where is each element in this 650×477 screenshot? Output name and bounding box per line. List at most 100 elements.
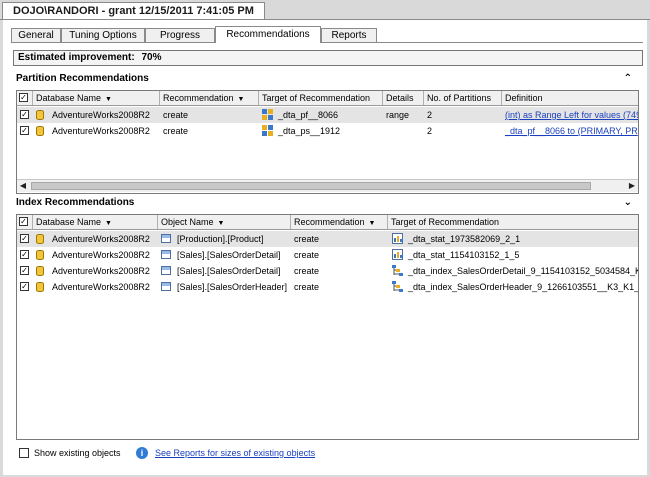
- target-cell: _dta_ps__1912: [278, 126, 341, 136]
- index-icon: [392, 281, 403, 292]
- definition-link[interactable]: _dta_pf__8066 to (PRIMARY, PR: [502, 123, 638, 139]
- recommendation-cell: create: [163, 110, 189, 120]
- index-row[interactable]: ✓ AdventureWorks2008R2 [Sales].[SalesOrd…: [17, 279, 638, 295]
- estimated-improvement-value: 70%: [141, 52, 162, 63]
- database-name-cell: AdventureWorks2008R2: [52, 266, 150, 276]
- row-checkbox[interactable]: ✓: [20, 126, 29, 135]
- partition-count-cell: 2: [427, 126, 433, 136]
- index-recommendations-title: Index Recommendations: [16, 197, 135, 208]
- column-label: Recommendation: [294, 217, 365, 227]
- show-existing-objects-checkbox[interactable]: [19, 448, 29, 458]
- target-cell: _dta_index_SalesOrderHeader_9_1266103551…: [408, 282, 638, 292]
- target-cell: _dta_index_SalesOrderDetail_9_1154103152…: [408, 266, 638, 276]
- row-checkbox[interactable]: ✓: [20, 266, 29, 275]
- table-icon: [161, 234, 171, 243]
- partition-row[interactable]: ✓ AdventureWorks2008R2 create _dta_ps__1…: [17, 123, 638, 139]
- column-database-name[interactable]: Database Name ▼: [33, 215, 158, 229]
- row-checkbox[interactable]: ✓: [20, 234, 29, 243]
- statistics-icon: [392, 249, 403, 260]
- column-recommendation[interactable]: Recommendation ▼: [291, 215, 388, 229]
- column-no-of-partitions[interactable]: No. of Partitions: [424, 91, 502, 105]
- collapse-up-icon[interactable]: ⌃: [624, 72, 632, 86]
- select-all-column[interactable]: ✓: [17, 215, 33, 229]
- column-label: Database Name: [36, 217, 102, 227]
- row-checkbox[interactable]: ✓: [20, 110, 29, 119]
- column-definition[interactable]: Definition: [502, 91, 638, 105]
- sort-icon[interactable]: ▼: [369, 220, 376, 227]
- tab-strip: General Tuning Options Progress Recommen…: [11, 26, 643, 43]
- row-checkbox[interactable]: ✓: [20, 250, 29, 259]
- partition-function-icon: [262, 109, 273, 120]
- column-object-name[interactable]: Object Name ▼: [158, 215, 291, 229]
- select-all-checkbox[interactable]: ✓: [19, 217, 28, 226]
- tab-reports[interactable]: Reports: [321, 28, 377, 42]
- recommendation-cell: create: [294, 234, 320, 244]
- column-target[interactable]: Target of Recommendation: [259, 91, 383, 105]
- scroll-right-icon[interactable]: ▶: [626, 180, 638, 192]
- column-label: Recommendation: [163, 93, 234, 103]
- see-reports-link[interactable]: See Reports for sizes of existing object…: [155, 445, 315, 461]
- partition-row[interactable]: ✓ AdventureWorks2008R2 create _dta_pf__8…: [17, 107, 638, 123]
- target-cell: _dta_stat_1154103152_1_5: [408, 250, 520, 260]
- tab-recommendations[interactable]: Recommendations: [215, 26, 321, 43]
- index-row[interactable]: ✓ AdventureWorks2008R2 [Sales].[SalesOrd…: [17, 263, 638, 279]
- column-recommendation[interactable]: Recommendation ▼: [160, 91, 259, 105]
- object-name-cell: [Sales].[SalesOrderDetail]: [177, 250, 281, 260]
- partition-count-cell: 2: [427, 110, 433, 120]
- partition-recommendations-title: Partition Recommendations: [16, 73, 149, 84]
- partition-recommendations-grid: ✓ Database Name ▼ Recommendation ▼ Target …: [16, 90, 639, 194]
- database-icon: [36, 126, 44, 136]
- definition-link[interactable]: (int) as Range Left for values (749: [502, 107, 638, 123]
- tab-tuning-options[interactable]: Tuning Options: [61, 28, 145, 42]
- index-row[interactable]: ✓ AdventureWorks2008R2 [Production].[Pro…: [17, 231, 638, 247]
- index-grid-header: ✓ Database Name ▼ Object Name ▼ Recommenda…: [17, 215, 638, 230]
- estimated-improvement-label: Estimated improvement:: [18, 52, 135, 63]
- column-database-name[interactable]: Database Name ▼: [33, 91, 160, 105]
- partition-horizontal-scrollbar[interactable]: ◀ ▶: [17, 179, 638, 192]
- column-details[interactable]: Details: [383, 91, 424, 105]
- database-icon: [36, 250, 44, 260]
- index-recommendations-grid: ✓ Database Name ▼ Object Name ▼ Recommenda…: [16, 214, 639, 440]
- recommendation-cell: create: [294, 282, 320, 292]
- select-all-column[interactable]: ✓: [17, 91, 33, 105]
- table-icon: [161, 250, 171, 259]
- column-label: Object Name: [161, 217, 214, 227]
- database-icon: [36, 234, 44, 244]
- select-all-checkbox[interactable]: ✓: [19, 93, 28, 102]
- recommendation-cell: create: [294, 266, 320, 276]
- tuning-session-panel: General Tuning Options Progress Recommen…: [3, 20, 647, 475]
- statistics-icon: [392, 233, 403, 244]
- document-tab[interactable]: DOJO\RANDORI - grant 12/15/2011 7:41:05 …: [2, 2, 265, 20]
- row-checkbox[interactable]: ✓: [20, 282, 29, 291]
- scrollbar-thumb[interactable]: [31, 182, 591, 190]
- index-row[interactable]: ✓ AdventureWorks2008R2 [Sales].[SalesOrd…: [17, 247, 638, 263]
- table-icon: [161, 266, 171, 275]
- partition-grid-header: ✓ Database Name ▼ Recommendation ▼ Target …: [17, 91, 638, 106]
- database-icon: [36, 266, 44, 276]
- recommendation-cell: create: [294, 250, 320, 260]
- partition-scheme-icon: [262, 125, 273, 136]
- sort-icon[interactable]: ▼: [218, 220, 225, 227]
- tab-progress[interactable]: Progress: [145, 28, 215, 42]
- database-name-cell: AdventureWorks2008R2: [52, 282, 150, 292]
- database-icon: [36, 110, 44, 120]
- column-target[interactable]: Target of Recommendation: [388, 215, 638, 229]
- database-name-cell: AdventureWorks2008R2: [52, 250, 150, 260]
- scroll-left-icon[interactable]: ◀: [17, 180, 29, 192]
- index-icon: [392, 265, 403, 276]
- sort-icon[interactable]: ▼: [238, 96, 245, 103]
- details-cell: range: [386, 110, 410, 120]
- target-cell: _dta_pf__8066: [278, 110, 339, 120]
- tab-general[interactable]: General: [11, 28, 61, 42]
- recommendation-cell: create: [163, 126, 189, 136]
- index-recommendations-header: Index Recommendations ⌄: [16, 196, 636, 210]
- collapse-down-icon[interactable]: ⌄: [624, 196, 632, 210]
- database-name-cell: AdventureWorks2008R2: [52, 126, 150, 136]
- sort-icon[interactable]: ▼: [105, 220, 112, 227]
- database-name-cell: AdventureWorks2008R2: [52, 110, 150, 120]
- database-icon: [36, 282, 44, 292]
- sort-icon[interactable]: ▼: [105, 96, 112, 103]
- show-existing-objects-label[interactable]: Show existing objects: [34, 445, 121, 461]
- partition-recommendations-header: Partition Recommendations ⌃: [16, 72, 636, 86]
- object-name-cell: [Sales].[SalesOrderDetail]: [177, 266, 281, 276]
